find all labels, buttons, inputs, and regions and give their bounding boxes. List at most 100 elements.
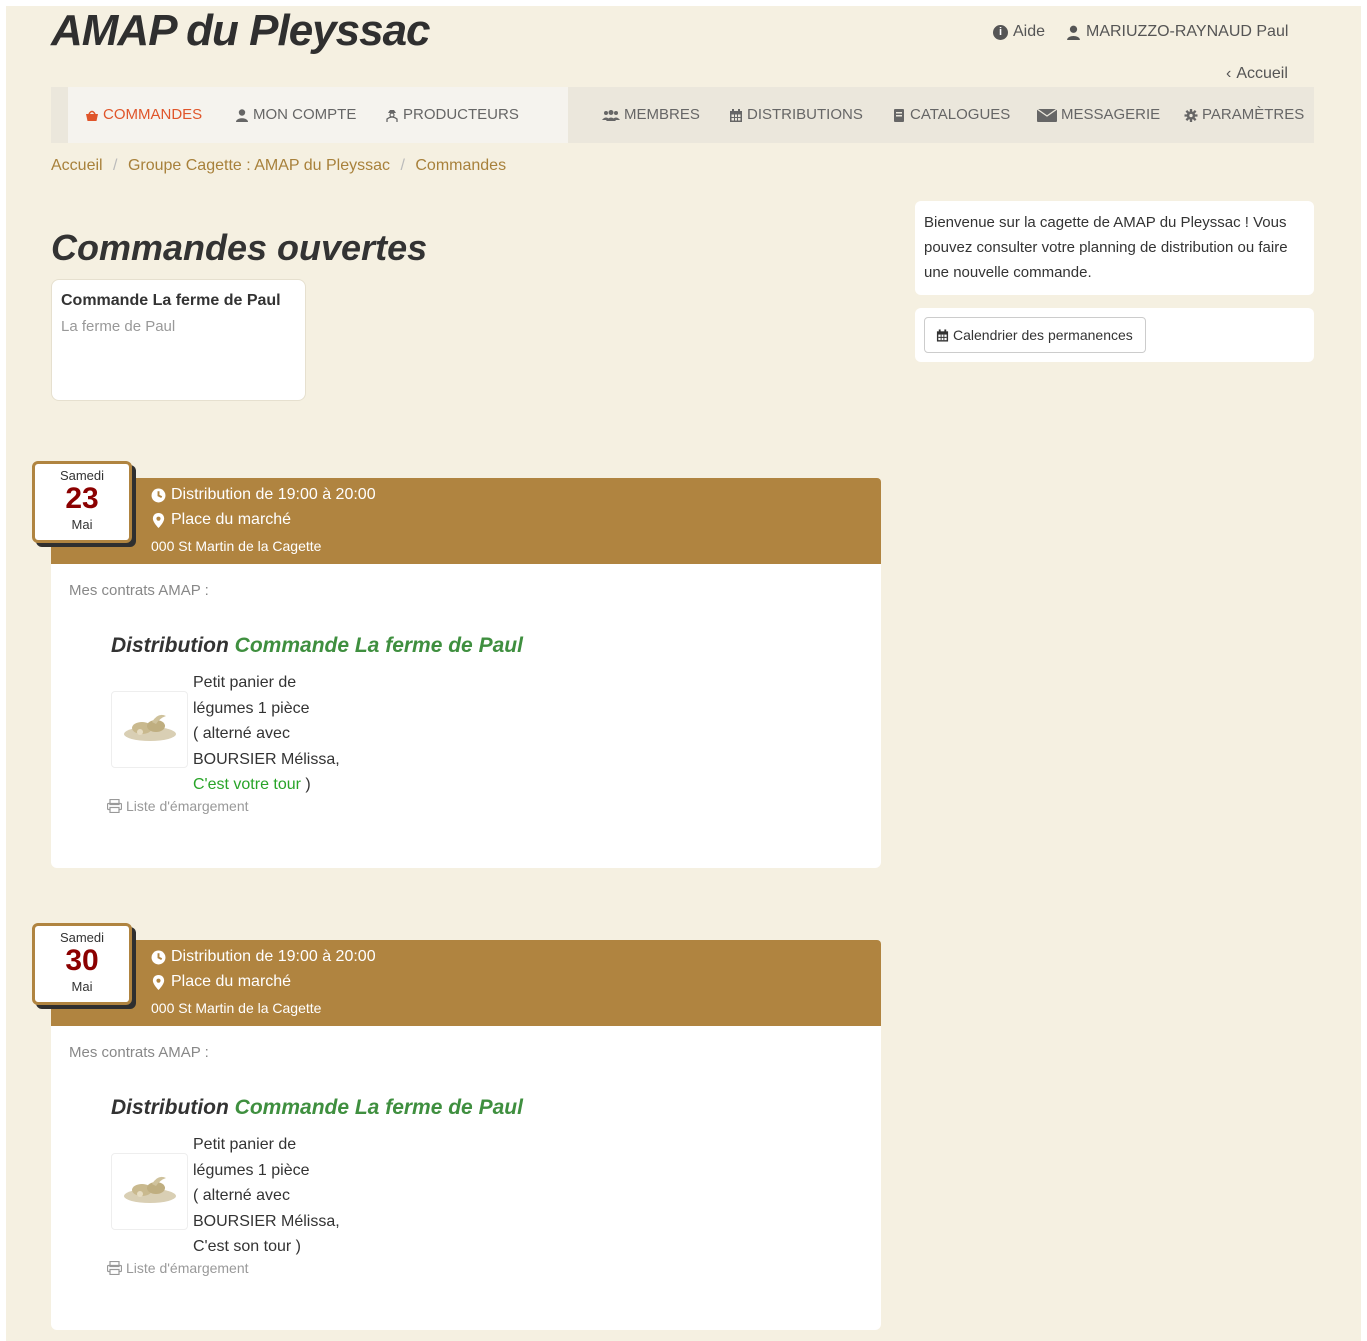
turn-close: ) [300, 776, 311, 793]
basket-icon [86, 110, 98, 121]
envelope-icon [1037, 108, 1057, 122]
vegetable-basket-image [124, 714, 176, 741]
map-marker-icon [152, 512, 165, 528]
chevron-left-icon: ‹ [1226, 65, 1232, 82]
nav-membres-label: MEMBRES [624, 106, 700, 123]
product-line: Petit panier de [193, 1136, 297, 1153]
distribution-date-badge: Samedi 30 Mai [32, 923, 132, 1005]
date-day-of-week: Samedi [59, 468, 105, 483]
product-line: ( alterné avec [193, 1187, 290, 1204]
date-day: 23 [65, 482, 99, 515]
farmer-icon [386, 109, 398, 122]
help-link[interactable]: i Aide [993, 22, 1045, 42]
nav-commandes-label: COMMANDES [103, 106, 203, 123]
page-frame: AMAP du Pleyssac i Aide MARIUZZO-RAYNAUD… [6, 6, 1361, 1341]
user-menu-link[interactable]: MARIUZZO-RAYNAUD Paul [1066, 22, 1288, 42]
print-icon [107, 799, 122, 813]
gear-icon [1184, 108, 1198, 122]
distribution-body: Mes contrats AMAP : Distribution Command… [51, 1026, 881, 1330]
distribution-title-prefix: Distribution [111, 634, 229, 657]
contracts-label: Mes contrats AMAP : [69, 582, 209, 599]
contracts-label: Mes contrats AMAP : [69, 1044, 209, 1061]
distribution-header: Distribution de 19:00 à 20:00 Place du m… [51, 940, 881, 1026]
nav-producteurs-label: PRODUCTEURS [403, 106, 519, 123]
home-back-label: Accueil [1236, 65, 1288, 82]
distribution-header: Distribution de 19:00 à 20:00 Place du m… [51, 478, 881, 564]
nav-distributions[interactable]: DISTRIBUTIONS [729, 105, 863, 125]
distribution-place: Place du marché [151, 972, 291, 992]
nav-mon-compte[interactable]: MON COMPTE [235, 105, 356, 125]
nav-catalogues-label: CATALOGUES [910, 106, 1011, 123]
user-icon [236, 108, 248, 122]
nav-messagerie-label: MESSAGERIE [1061, 106, 1161, 123]
product-description: Petit panier de légumes 1 pièce ( altern… [193, 1132, 340, 1260]
nav-membres[interactable]: MEMBRES [602, 105, 700, 125]
open-order-card[interactable]: Commande La ferme de Paul La ferme de Pa… [51, 279, 306, 401]
breadcrumb-group[interactable]: Groupe Cagette : AMAP du Pleyssac [128, 157, 390, 174]
signin-sheet-label: Liste d'émargement [126, 798, 249, 814]
print-icon [107, 1261, 122, 1275]
open-order-producer: La ferme de Paul [61, 318, 176, 335]
duty-calendar-label: Calendrier des permanences [953, 327, 1133, 343]
signin-sheet-link[interactable]: Liste d'émargement [107, 798, 249, 814]
product-thumbnail [111, 1153, 188, 1230]
page-title: Commandes ouvertes [51, 227, 428, 268]
calendar-icon [730, 108, 742, 122]
nav-producteurs[interactable]: PRODUCTEURS [385, 105, 519, 125]
product-line: Petit panier de [193, 674, 297, 691]
distribution-place: Place du marché [151, 510, 291, 530]
welcome-panel: Bienvenue sur la cagette de AMAP du Pley… [915, 201, 1314, 295]
breadcrumb-current[interactable]: Commandes [415, 157, 506, 174]
distribution-contract-title: Distribution Commande La ferme de Paul [111, 634, 523, 658]
distribution-contract-link[interactable]: Commande La ferme de Paul [235, 1096, 523, 1119]
duty-calendar-button[interactable]: Calendrier des permanences [924, 317, 1146, 353]
product-line: BOURSIER Mélissa, [193, 1212, 340, 1230]
date-day-of-week: Samedi [59, 930, 105, 945]
breadcrumb: Accueil / Groupe Cagette : AMAP du Pleys… [51, 156, 506, 176]
distribution-contract-link[interactable]: Commande La ferme de Paul [235, 634, 523, 657]
signin-sheet-label: Liste d'émargement [126, 1260, 249, 1276]
nav-parametres-label: PARAMÈTRES [1202, 106, 1305, 123]
distribution-time: Distribution de 19:00 à 20:00 [151, 485, 376, 505]
nav-messagerie[interactable]: MESSAGERIE [1037, 105, 1160, 125]
nav-distributions-label: DISTRIBUTIONS [747, 106, 863, 123]
product-thumbnail [111, 691, 188, 768]
signin-sheet-link[interactable]: Liste d'émargement [107, 1260, 249, 1276]
date-month: Mai [71, 979, 93, 994]
turn-close: ) [291, 1238, 301, 1255]
help-link-label: Aide [1013, 23, 1046, 40]
date-day: 30 [65, 944, 99, 977]
distribution-time: Distribution de 19:00 à 20:00 [151, 947, 376, 967]
user-icon [1067, 25, 1080, 40]
clock-icon [151, 950, 166, 964]
product-line: BOURSIER Mélissa, [193, 750, 340, 768]
nav-mon-compte-label: MON COMPTE [253, 106, 357, 123]
book-icon [894, 108, 904, 122]
distribution-place-text: Place du marché [171, 973, 292, 990]
users-icon [602, 109, 620, 121]
home-back-link[interactable]: ‹ Accueil [1226, 64, 1288, 84]
product-line: légumes 1 pièce [193, 699, 310, 717]
turn-line: C'est votre tour ) [193, 772, 340, 798]
nav-parametres[interactable]: PARAMÈTRES [1184, 105, 1304, 125]
nav-catalogues[interactable]: CATALOGUES [892, 105, 1010, 125]
turn-line: C'est son tour ) [193, 1234, 340, 1260]
turn-status: C'est votre tour [193, 776, 301, 793]
nav-commandes[interactable]: COMMANDES [85, 105, 202, 125]
product-line: ( alterné avec [193, 725, 290, 742]
breadcrumb-separator: / [113, 157, 118, 174]
welcome-text: Bienvenue sur la cagette de AMAP du Pley… [924, 214, 1288, 281]
distribution-title-prefix: Distribution [111, 1096, 229, 1119]
calendar-panel: Calendrier des permanences [915, 308, 1314, 362]
date-month: Mai [71, 517, 93, 532]
distribution-place-text: Place du marché [171, 511, 292, 528]
distribution-time-text: Distribution de 19:00 à 20:00 [171, 486, 376, 503]
site-title[interactable]: AMAP du Pleyssac [51, 6, 431, 56]
distribution-time-text: Distribution de 19:00 à 20:00 [171, 948, 376, 965]
open-order-title: Commande La ferme de Paul [61, 292, 281, 309]
map-marker-icon [152, 974, 165, 990]
distribution-body: Mes contrats AMAP : Distribution Command… [51, 564, 881, 868]
vegetable-basket-image [124, 1176, 176, 1203]
breadcrumb-home[interactable]: Accueil [51, 157, 103, 174]
info-icon: i [993, 24, 1008, 40]
